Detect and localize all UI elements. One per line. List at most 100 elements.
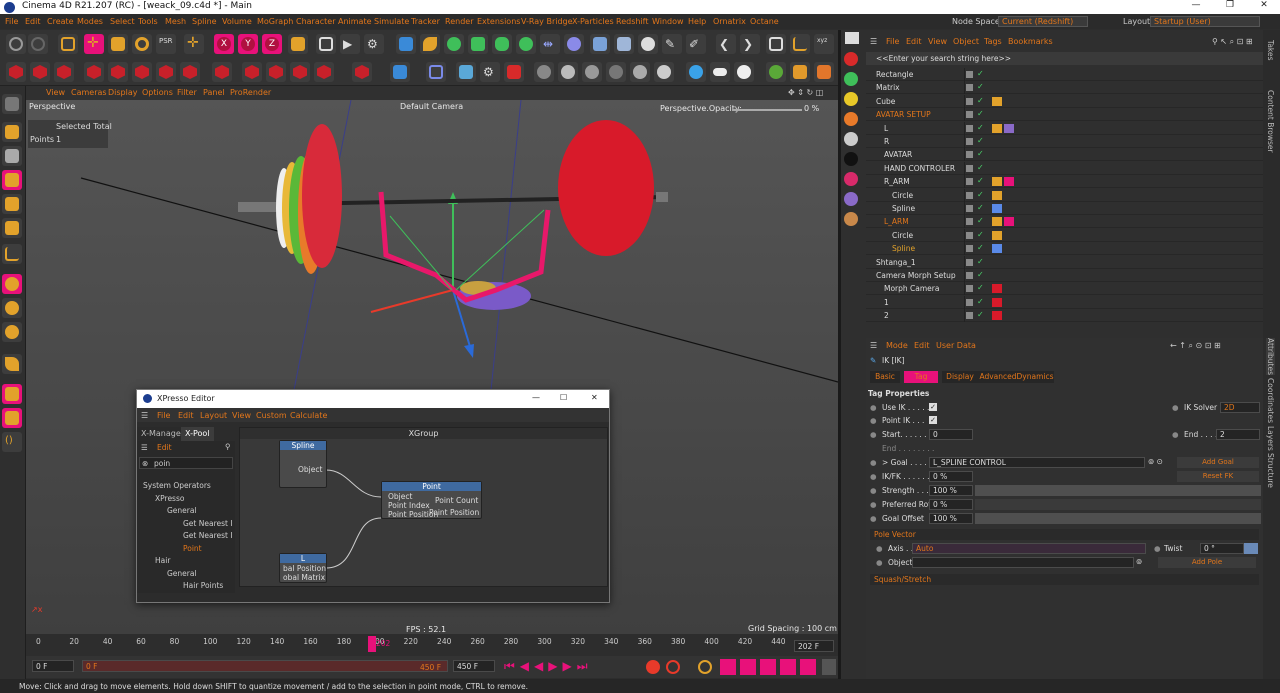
node-spline[interactable]: Spline Object [279, 440, 327, 488]
enabled-check-icon[interactable]: ✓ [977, 203, 984, 212]
sphere-material-icon[interactable] [606, 62, 626, 82]
attr-menu-mode[interactable]: Mode [886, 341, 908, 350]
blend-icon[interactable] [534, 62, 554, 82]
material-pink-icon[interactable] [844, 172, 858, 186]
object-tag-icon[interactable] [992, 190, 1002, 200]
menu-volume[interactable]: Volume [222, 17, 252, 26]
radio-icon[interactable]: ● [870, 416, 877, 425]
scale-tool-icon[interactable] [108, 34, 128, 54]
om-menu-view[interactable]: View [928, 37, 947, 46]
camera-icon[interactable] [614, 34, 634, 54]
xp-menu-layout[interactable]: Layout [200, 411, 227, 420]
redshift-light-icon[interactable] [180, 62, 200, 82]
pool-edit-menu[interactable]: Edit [157, 443, 172, 452]
preferred-rot-field[interactable]: 0 % [929, 499, 973, 510]
tree-item[interactable]: Get Nearest I [183, 531, 233, 540]
attr-menu-edit[interactable]: Edit [914, 341, 930, 350]
pencil-tool-icon[interactable]: ✎ [662, 34, 682, 54]
material-skin-icon[interactable] [844, 212, 858, 226]
key-param-icon[interactable] [780, 659, 796, 675]
object-tag-icon[interactable] [992, 204, 1002, 213]
xp-menu-file[interactable]: File [157, 411, 170, 420]
menu-create[interactable]: Create [47, 17, 74, 26]
tree-item[interactable]: General [167, 506, 197, 515]
radio-icon[interactable]: ● [870, 430, 877, 439]
axis-dropdown[interactable]: Auto [912, 543, 1146, 554]
playback-controls-icon[interactable]: ⏮◀◀▶▶⏭ [504, 659, 593, 674]
axis-icon[interactable]: xyz [814, 34, 834, 54]
sphere-material-icon[interactable] [654, 62, 674, 82]
keyframe-selection-icon[interactable] [698, 660, 712, 674]
radio-icon[interactable]: ● [1172, 430, 1179, 439]
object-tag-icon[interactable] [1004, 177, 1014, 187]
subdivision-icon[interactable] [444, 34, 464, 54]
toggle-icon[interactable] [710, 62, 730, 82]
reset-fk-button[interactable]: Reset FK [1177, 471, 1259, 482]
object-row[interactable]: Circle ✓ [866, 228, 1263, 242]
nav-back-icon[interactable]: ❮ [716, 34, 736, 54]
xgroup-graph[interactable]: XGroup Spline Object Point Object Point … [239, 427, 608, 587]
xp-menu-calculate[interactable]: Calculate [290, 411, 327, 420]
attr-tab-tag[interactable]: Tag [904, 371, 938, 383]
strength-slider[interactable] [975, 485, 1261, 496]
attr-tab-basic[interactable]: Basic [870, 371, 900, 383]
sculpt-icon[interactable] [2, 354, 22, 374]
material-orange-icon[interactable] [844, 112, 858, 126]
object-row[interactable]: 1 ✓ [866, 295, 1263, 309]
layer-color-icon[interactable] [966, 84, 973, 92]
key-rotation-icon[interactable] [760, 659, 776, 675]
menu-spline[interactable]: Spline [192, 17, 217, 26]
psr-icon[interactable]: PSR [156, 34, 176, 54]
pen-spline-icon[interactable] [420, 34, 440, 54]
ikfk-field[interactable]: 0 % [929, 471, 973, 482]
bend-deformer-icon[interactable]: ⇹ [540, 34, 560, 54]
layer-color-icon[interactable] [966, 71, 973, 78]
radio-icon[interactable]: ● [1154, 544, 1161, 553]
floor-icon[interactable] [590, 34, 610, 54]
object-row[interactable]: Matrix ✓ [866, 81, 1263, 95]
object-tag-icon[interactable] [992, 311, 1002, 321]
enabled-check-icon[interactable]: ✓ [977, 230, 984, 239]
redshift-light-icon[interactable] [132, 62, 152, 82]
paint-icon[interactable] [2, 384, 22, 404]
object-row[interactable]: AVATAR ✓ [866, 148, 1263, 162]
attr-menu-user-data[interactable]: User Data [936, 341, 976, 350]
radio-icon[interactable]: ● [870, 403, 877, 412]
menu-ornatrix[interactable]: Ornatrix [713, 17, 746, 26]
viewport-nav-icon[interactable]: ✥ ⇕ ↻ ◫ [788, 88, 823, 97]
vp-menu-panel[interactable]: Panel [203, 88, 225, 97]
polygon-mode-icon[interactable] [2, 218, 22, 238]
sphere-material-icon[interactable] [582, 62, 602, 82]
object-row[interactable]: Camera Morph Setup ✓ [866, 269, 1263, 282]
tree-item[interactable]: Hair [155, 556, 170, 565]
menu-mesh[interactable]: Mesh [165, 17, 186, 26]
enabled-check-icon[interactable]: ✓ [977, 136, 984, 145]
add-goal-button[interactable]: Add Goal [1177, 457, 1259, 468]
record-camera-icon[interactable] [504, 62, 524, 82]
menu-render[interactable]: Render [445, 17, 473, 26]
range-slider[interactable]: 0 F [82, 660, 448, 672]
enabled-check-icon[interactable]: ✓ [977, 190, 984, 199]
layer-color-icon[interactable] [966, 111, 973, 119]
vp-menu-options[interactable]: Options [142, 88, 173, 97]
ornatrix-icon[interactable] [790, 62, 810, 82]
pole-object-field[interactable] [912, 557, 1134, 568]
redshift-render-icon[interactable] [352, 62, 372, 82]
xpresso-minimize-button[interactable]: — [532, 393, 540, 402]
pole-pick-icon[interactable]: ⊚ [1136, 557, 1142, 566]
redshift-light-icon[interactable] [108, 62, 128, 82]
menu-octane[interactable]: Octane [750, 17, 779, 26]
use-ik-checkbox[interactable]: ✓ [929, 403, 937, 411]
ik-solver-dropdown[interactable]: 2D [1220, 402, 1260, 413]
pool-search-input[interactable]: ⊗ poin [139, 457, 233, 469]
redshift-light-icon[interactable] [84, 62, 104, 82]
object-row[interactable]: Spline ✓ [866, 202, 1263, 215]
nav-forward-icon[interactable]: ❯ [740, 34, 760, 54]
node-point[interactable]: Point Object Point Index Point Position … [381, 481, 482, 519]
object-row[interactable]: 2 ✓ [866, 309, 1263, 323]
hamburger-icon[interactable]: ☰ [141, 411, 148, 420]
menu-extensions[interactable]: Extensions [477, 17, 520, 26]
radio-icon[interactable]: ● [870, 472, 877, 481]
redshift-object-icon[interactable] [30, 62, 50, 82]
layers-icon[interactable] [390, 62, 410, 82]
